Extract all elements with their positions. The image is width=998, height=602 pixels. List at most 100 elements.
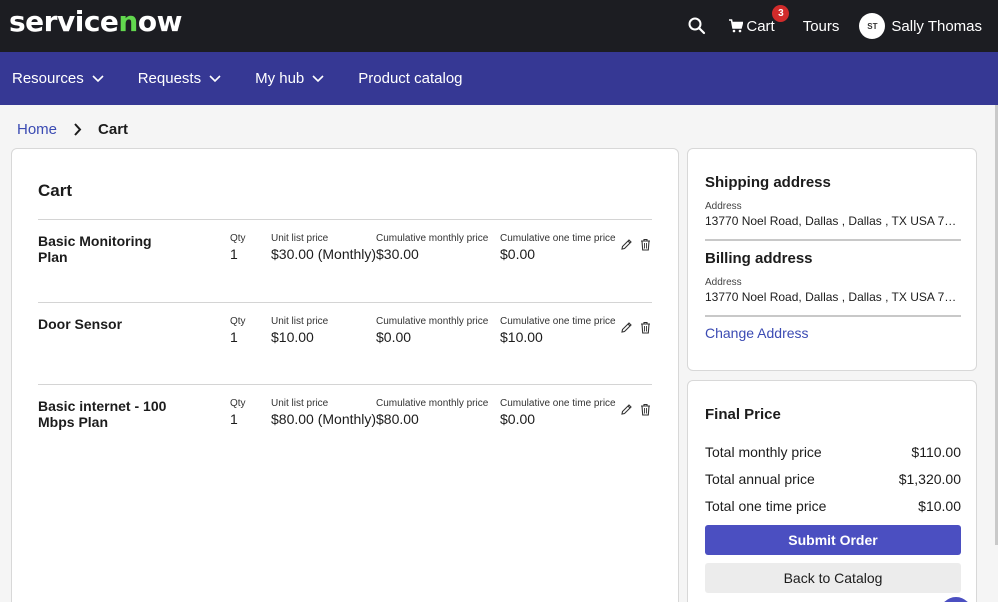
shipping-address-value: 13770 Noel Road, Dallas , Dallas , TX US…	[705, 214, 961, 228]
trash-icon[interactable]	[640, 238, 651, 251]
one-time-price-value: $0.00	[500, 246, 536, 262]
qty-column: Qty 1	[230, 316, 246, 345]
item-name: Door Sensor	[38, 316, 123, 332]
nav-label: Product catalog	[358, 70, 463, 87]
divider	[705, 239, 961, 241]
monthly-price-label: Cumulative monthly price	[376, 316, 489, 327]
chevron-down-icon	[312, 74, 324, 82]
qty-value: 1	[230, 329, 238, 345]
divider	[705, 315, 961, 317]
cart-link[interactable]: Cart 3	[729, 4, 790, 35]
chevron-down-icon	[92, 74, 104, 82]
unit-price-column: Unit list price $80.00 (Monthly)	[271, 398, 376, 427]
qty-label: Qty	[230, 398, 246, 409]
unit-price-label: Unit list price	[271, 398, 329, 409]
unit-price-column: Unit list price $30.00 (Monthly)	[271, 233, 376, 262]
address-panel: Shipping address Address 13770 Noel Road…	[687, 148, 977, 371]
billing-title: Billing address	[705, 250, 813, 267]
total-label: Total annual price	[705, 471, 815, 487]
final-price-panel: Final Price Total monthly price $110.00 …	[687, 380, 977, 602]
nav-product-catalog[interactable]: Product catalog	[358, 70, 462, 87]
unit-price-value: $10.00	[271, 329, 314, 345]
cart-count-badge: 3	[772, 4, 790, 22]
monthly-price-label: Cumulative monthly price	[376, 398, 489, 409]
one-time-price-label: Cumulative one time price	[500, 233, 616, 244]
trash-icon[interactable]	[640, 321, 651, 334]
nav-label: Resources	[12, 70, 84, 87]
chevron-down-icon	[209, 74, 221, 82]
breadcrumb-current: Cart	[98, 121, 129, 138]
user-menu[interactable]: ST Sally Thomas	[859, 13, 982, 39]
submit-order-button[interactable]: Submit Order	[705, 525, 961, 555]
chevron-right-icon	[74, 123, 82, 136]
cart-label: Cart	[746, 17, 775, 35]
pencil-icon[interactable]	[620, 403, 633, 416]
top-bar: servicenow Cart 3 Tours ST Sally Thomas	[0, 0, 998, 52]
cart-panel: Cart Basic Monitoring Plan Qty 1 Unit li…	[11, 148, 679, 602]
cart-item: Basic Monitoring Plan Qty 1 Unit list pr…	[38, 219, 652, 279]
nav-label: Requests	[137, 70, 202, 87]
cart-item: Door Sensor Qty 1 Unit list price $10.00…	[38, 302, 652, 362]
total-one-time-row: Total one time price $10.00	[705, 498, 961, 514]
total-value: $110.00	[911, 444, 961, 460]
nav-my-hub[interactable]: My hub	[255, 70, 324, 87]
breadcrumb: Home Cart	[17, 121, 128, 138]
qty-label: Qty	[230, 316, 246, 327]
nav-label: My hub	[255, 70, 305, 87]
tours-link[interactable]: Tours	[803, 18, 840, 35]
monthly-price-column: Cumulative monthly price $0.00	[376, 316, 488, 345]
total-label: Total monthly price	[705, 444, 822, 460]
monthly-price-column: Cumulative monthly price $30.00	[376, 233, 488, 262]
one-time-price-value: $0.00	[500, 411, 536, 427]
unit-price-column: Unit list price $10.00	[271, 316, 328, 345]
back-to-catalog-button[interactable]: Back to Catalog	[705, 563, 961, 593]
user-name: Sally Thomas	[891, 17, 982, 35]
trash-icon[interactable]	[640, 403, 651, 416]
billing-address-value: 13770 Noel Road, Dallas , Dallas , TX US…	[705, 290, 961, 304]
one-time-price-column: Cumulative one time price $0.00	[500, 398, 616, 427]
qty-column: Qty 1	[230, 233, 246, 262]
billing-address-label: Address	[705, 277, 742, 288]
total-label: Total one time price	[705, 498, 827, 514]
unit-price-value: $30.00 (Monthly)	[271, 246, 377, 262]
servicenow-logo[interactable]: servicenow	[9, 5, 182, 38]
final-price-title: Final Price	[705, 406, 781, 423]
qty-column: Qty 1	[230, 398, 246, 427]
top-right-actions: Cart 3 Tours ST Sally Thomas	[687, 0, 982, 52]
one-time-price-column: Cumulative one time price $0.00	[500, 233, 616, 262]
monthly-price-value: $80.00	[376, 411, 419, 427]
avatar: ST	[859, 13, 886, 39]
total-annual-row: Total annual price $1,320.00	[705, 471, 961, 487]
item-name: Basic Monitoring Plan	[38, 233, 152, 265]
qty-value: 1	[230, 246, 238, 262]
qty-value: 1	[230, 411, 238, 427]
one-time-price-value: $10.00	[500, 329, 543, 345]
unit-price-label: Unit list price	[271, 233, 329, 244]
nav-resources[interactable]: Resources	[12, 70, 104, 87]
total-value: $10.00	[918, 498, 961, 514]
one-time-price-label: Cumulative one time price	[500, 398, 616, 409]
monthly-price-value: $30.00	[376, 246, 419, 262]
shipping-address-label: Address	[705, 201, 742, 212]
qty-label: Qty	[230, 233, 246, 244]
change-address-link[interactable]: Change Address	[705, 325, 809, 341]
monthly-price-label: Cumulative monthly price	[376, 233, 489, 244]
nav-requests[interactable]: Requests	[138, 70, 221, 87]
monthly-price-value: $0.00	[376, 329, 412, 345]
pencil-icon[interactable]	[620, 321, 633, 334]
shopping-cart-icon	[729, 19, 744, 33]
main-nav: Resources Requests My hub Product catalo…	[0, 52, 998, 105]
total-monthly-row: Total monthly price $110.00	[705, 444, 961, 460]
unit-price-value: $80.00 (Monthly)	[271, 411, 377, 427]
pencil-icon[interactable]	[620, 238, 633, 251]
one-time-price-label: Cumulative one time price	[500, 316, 616, 327]
item-name: Basic internet - 100 Mbps Plan	[38, 398, 167, 430]
monthly-price-column: Cumulative monthly price $80.00	[376, 398, 488, 427]
total-value: $1,320.00	[898, 471, 961, 487]
cart-item: Basic internet - 100 Mbps Plan Qty 1 Uni…	[38, 384, 652, 444]
cart-title: Cart	[38, 181, 73, 200]
unit-price-label: Unit list price	[271, 316, 329, 327]
one-time-price-column: Cumulative one time price $10.00	[500, 316, 616, 345]
breadcrumb-home[interactable]: Home	[17, 121, 57, 138]
search-icon[interactable]	[687, 16, 707, 36]
